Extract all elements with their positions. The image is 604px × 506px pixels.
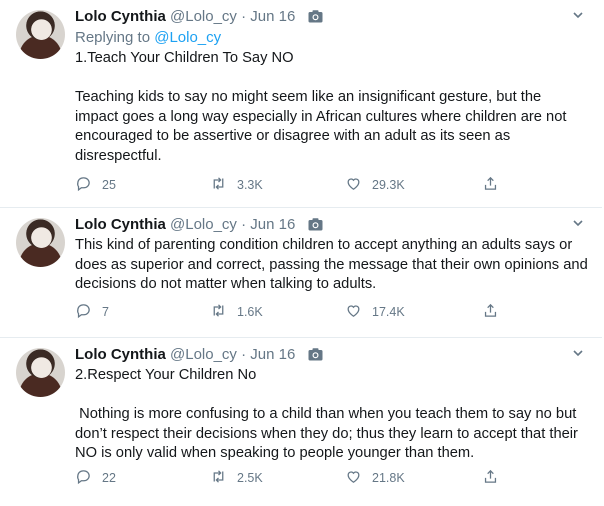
author-handle[interactable]: @Lolo_cy (170, 8, 237, 25)
tweet-header: Lolo Cynthia @Lolo_cy · Jun 16 (75, 8, 588, 26)
share-icon (482, 468, 499, 488)
share-button[interactable] (482, 468, 499, 488)
retweet-count: 2.5K (237, 471, 263, 485)
retweet-button[interactable]: 2.5K (210, 468, 263, 488)
camera-icon (308, 348, 323, 366)
chevron-down-icon[interactable] (572, 346, 584, 364)
author-name[interactable]: Lolo Cynthia (75, 346, 166, 363)
chevron-down-icon[interactable] (572, 216, 584, 234)
retweet-button[interactable]: 1.6K (210, 302, 263, 322)
reply-count: 7 (102, 305, 109, 319)
author-name[interactable]: Lolo Cynthia (75, 8, 166, 25)
replying-to-label: Replying to (75, 29, 155, 46)
tweet-text: This kind of parenting condition childre… (75, 237, 592, 292)
tweet[interactable]: Lolo Cynthia @Lolo_cy · Jun 16 2.Respect… (0, 338, 602, 506)
like-count: 21.8K (372, 471, 405, 485)
retweet-icon (210, 175, 227, 195)
author-name[interactable]: Lolo Cynthia (75, 216, 166, 233)
reply-icon (75, 468, 92, 488)
tweet[interactable]: Lolo Cynthia @Lolo_cy · Jun 16 Replying … (0, 0, 602, 208)
reply-count: 25 (102, 178, 116, 192)
like-count: 29.3K (372, 178, 405, 192)
reply-button[interactable]: 7 (75, 302, 109, 322)
separator: · (241, 8, 247, 25)
tweet-actions: 25 3.3K 29.3K (75, 175, 515, 195)
tweet-date[interactable]: Jun 16 (250, 8, 295, 25)
like-icon (345, 302, 362, 322)
camera-icon (308, 10, 323, 28)
tweet-header: Lolo Cynthia @Lolo_cy · Jun 16 (75, 346, 588, 364)
avatar[interactable] (16, 348, 65, 397)
reply-button[interactable]: 22 (75, 468, 116, 488)
tweet-text: 2.Respect Your Children No Nothing is mo… (75, 367, 578, 461)
author-handle[interactable]: @Lolo_cy (170, 346, 237, 363)
reply-button[interactable]: 25 (75, 175, 116, 195)
tweet-content: Lolo Cynthia @Lolo_cy · Jun 16 2.Respect… (75, 346, 588, 464)
share-button[interactable] (482, 302, 499, 322)
tweet-header: Lolo Cynthia @Lolo_cy · Jun 16 (75, 216, 588, 234)
retweet-count: 1.6K (237, 305, 263, 319)
tweet-date[interactable]: Jun 16 (250, 216, 295, 233)
like-button[interactable]: 17.4K (345, 302, 405, 322)
tweet[interactable]: Lolo Cynthia @Lolo_cy · Jun 16 This kind… (0, 208, 602, 338)
like-button[interactable]: 29.3K (345, 175, 405, 195)
retweet-count: 3.3K (237, 178, 263, 192)
reply-icon (75, 302, 92, 322)
retweet-icon (210, 468, 227, 488)
retweet-button[interactable]: 3.3K (210, 175, 263, 195)
avatar[interactable] (16, 10, 65, 59)
reply-icon (75, 175, 92, 195)
share-icon (482, 175, 499, 195)
tweet-text: 1.Teach Your Children To Say NO Teaching… (75, 50, 567, 164)
chevron-down-icon[interactable] (572, 8, 584, 26)
tweet-date[interactable]: Jun 16 (250, 346, 295, 363)
share-button[interactable] (482, 175, 499, 195)
replying-to: Replying to @Lolo_cy (75, 29, 588, 47)
tweet-thread: Lolo Cynthia @Lolo_cy · Jun 16 Replying … (0, 0, 604, 506)
like-icon (345, 468, 362, 488)
like-icon (345, 175, 362, 195)
share-icon (482, 302, 499, 322)
separator: · (241, 346, 247, 363)
tweet-content: Lolo Cynthia @Lolo_cy · Jun 16 This kind… (75, 216, 588, 295)
like-button[interactable]: 21.8K (345, 468, 405, 488)
avatar[interactable] (16, 218, 65, 267)
tweet-actions: 7 1.6K 17.4K (75, 302, 515, 322)
author-handle[interactable]: @Lolo_cy (170, 216, 237, 233)
camera-icon (308, 218, 323, 236)
separator: · (241, 216, 247, 233)
like-count: 17.4K (372, 305, 405, 319)
retweet-icon (210, 302, 227, 322)
tweet-actions: 22 2.5K 21.8K (75, 468, 515, 488)
tweet-content: Lolo Cynthia @Lolo_cy · Jun 16 Replying … (75, 8, 588, 166)
replying-to-handle[interactable]: @Lolo_cy (154, 29, 221, 46)
reply-count: 22 (102, 471, 116, 485)
